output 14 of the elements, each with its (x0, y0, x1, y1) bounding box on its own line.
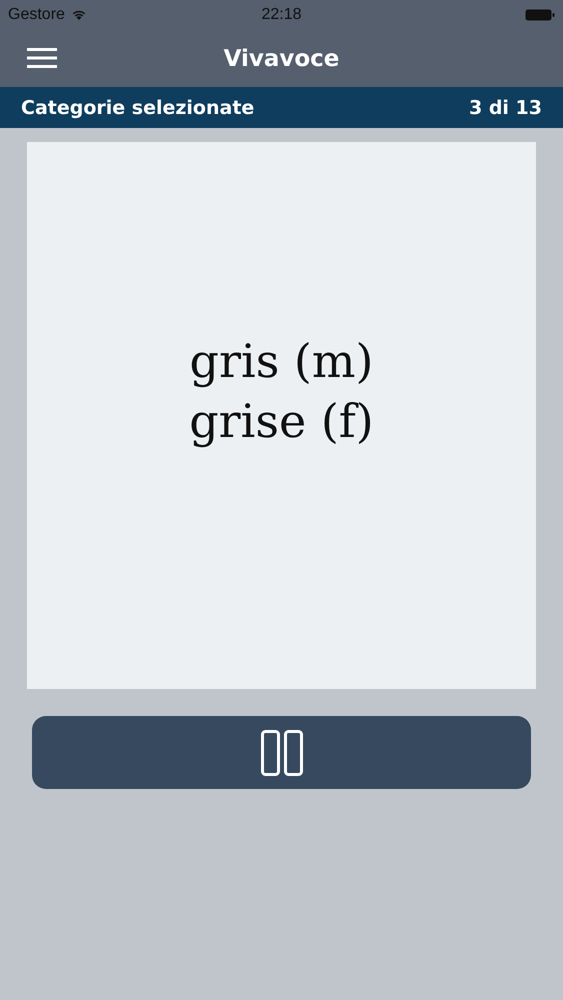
category-label: Categorie selezionate (21, 96, 254, 118)
pause-icon (260, 730, 302, 776)
menu-button[interactable] (27, 48, 57, 68)
carrier-name: Gestore (8, 6, 65, 24)
status-time: 22:18 (261, 6, 302, 24)
category-bar[interactable]: Categorie selezionate 3 di 13 (0, 87, 563, 128)
nav-title: Vivavoce (224, 46, 340, 72)
wifi-icon (70, 9, 87, 21)
battery-icon (525, 9, 555, 21)
menu-icon (27, 48, 57, 68)
card-text: grise (f) (189, 392, 374, 450)
card-text: gris (m) (190, 332, 374, 390)
pause-button[interactable] (32, 716, 531, 789)
category-count: 3 di 13 (468, 96, 542, 118)
